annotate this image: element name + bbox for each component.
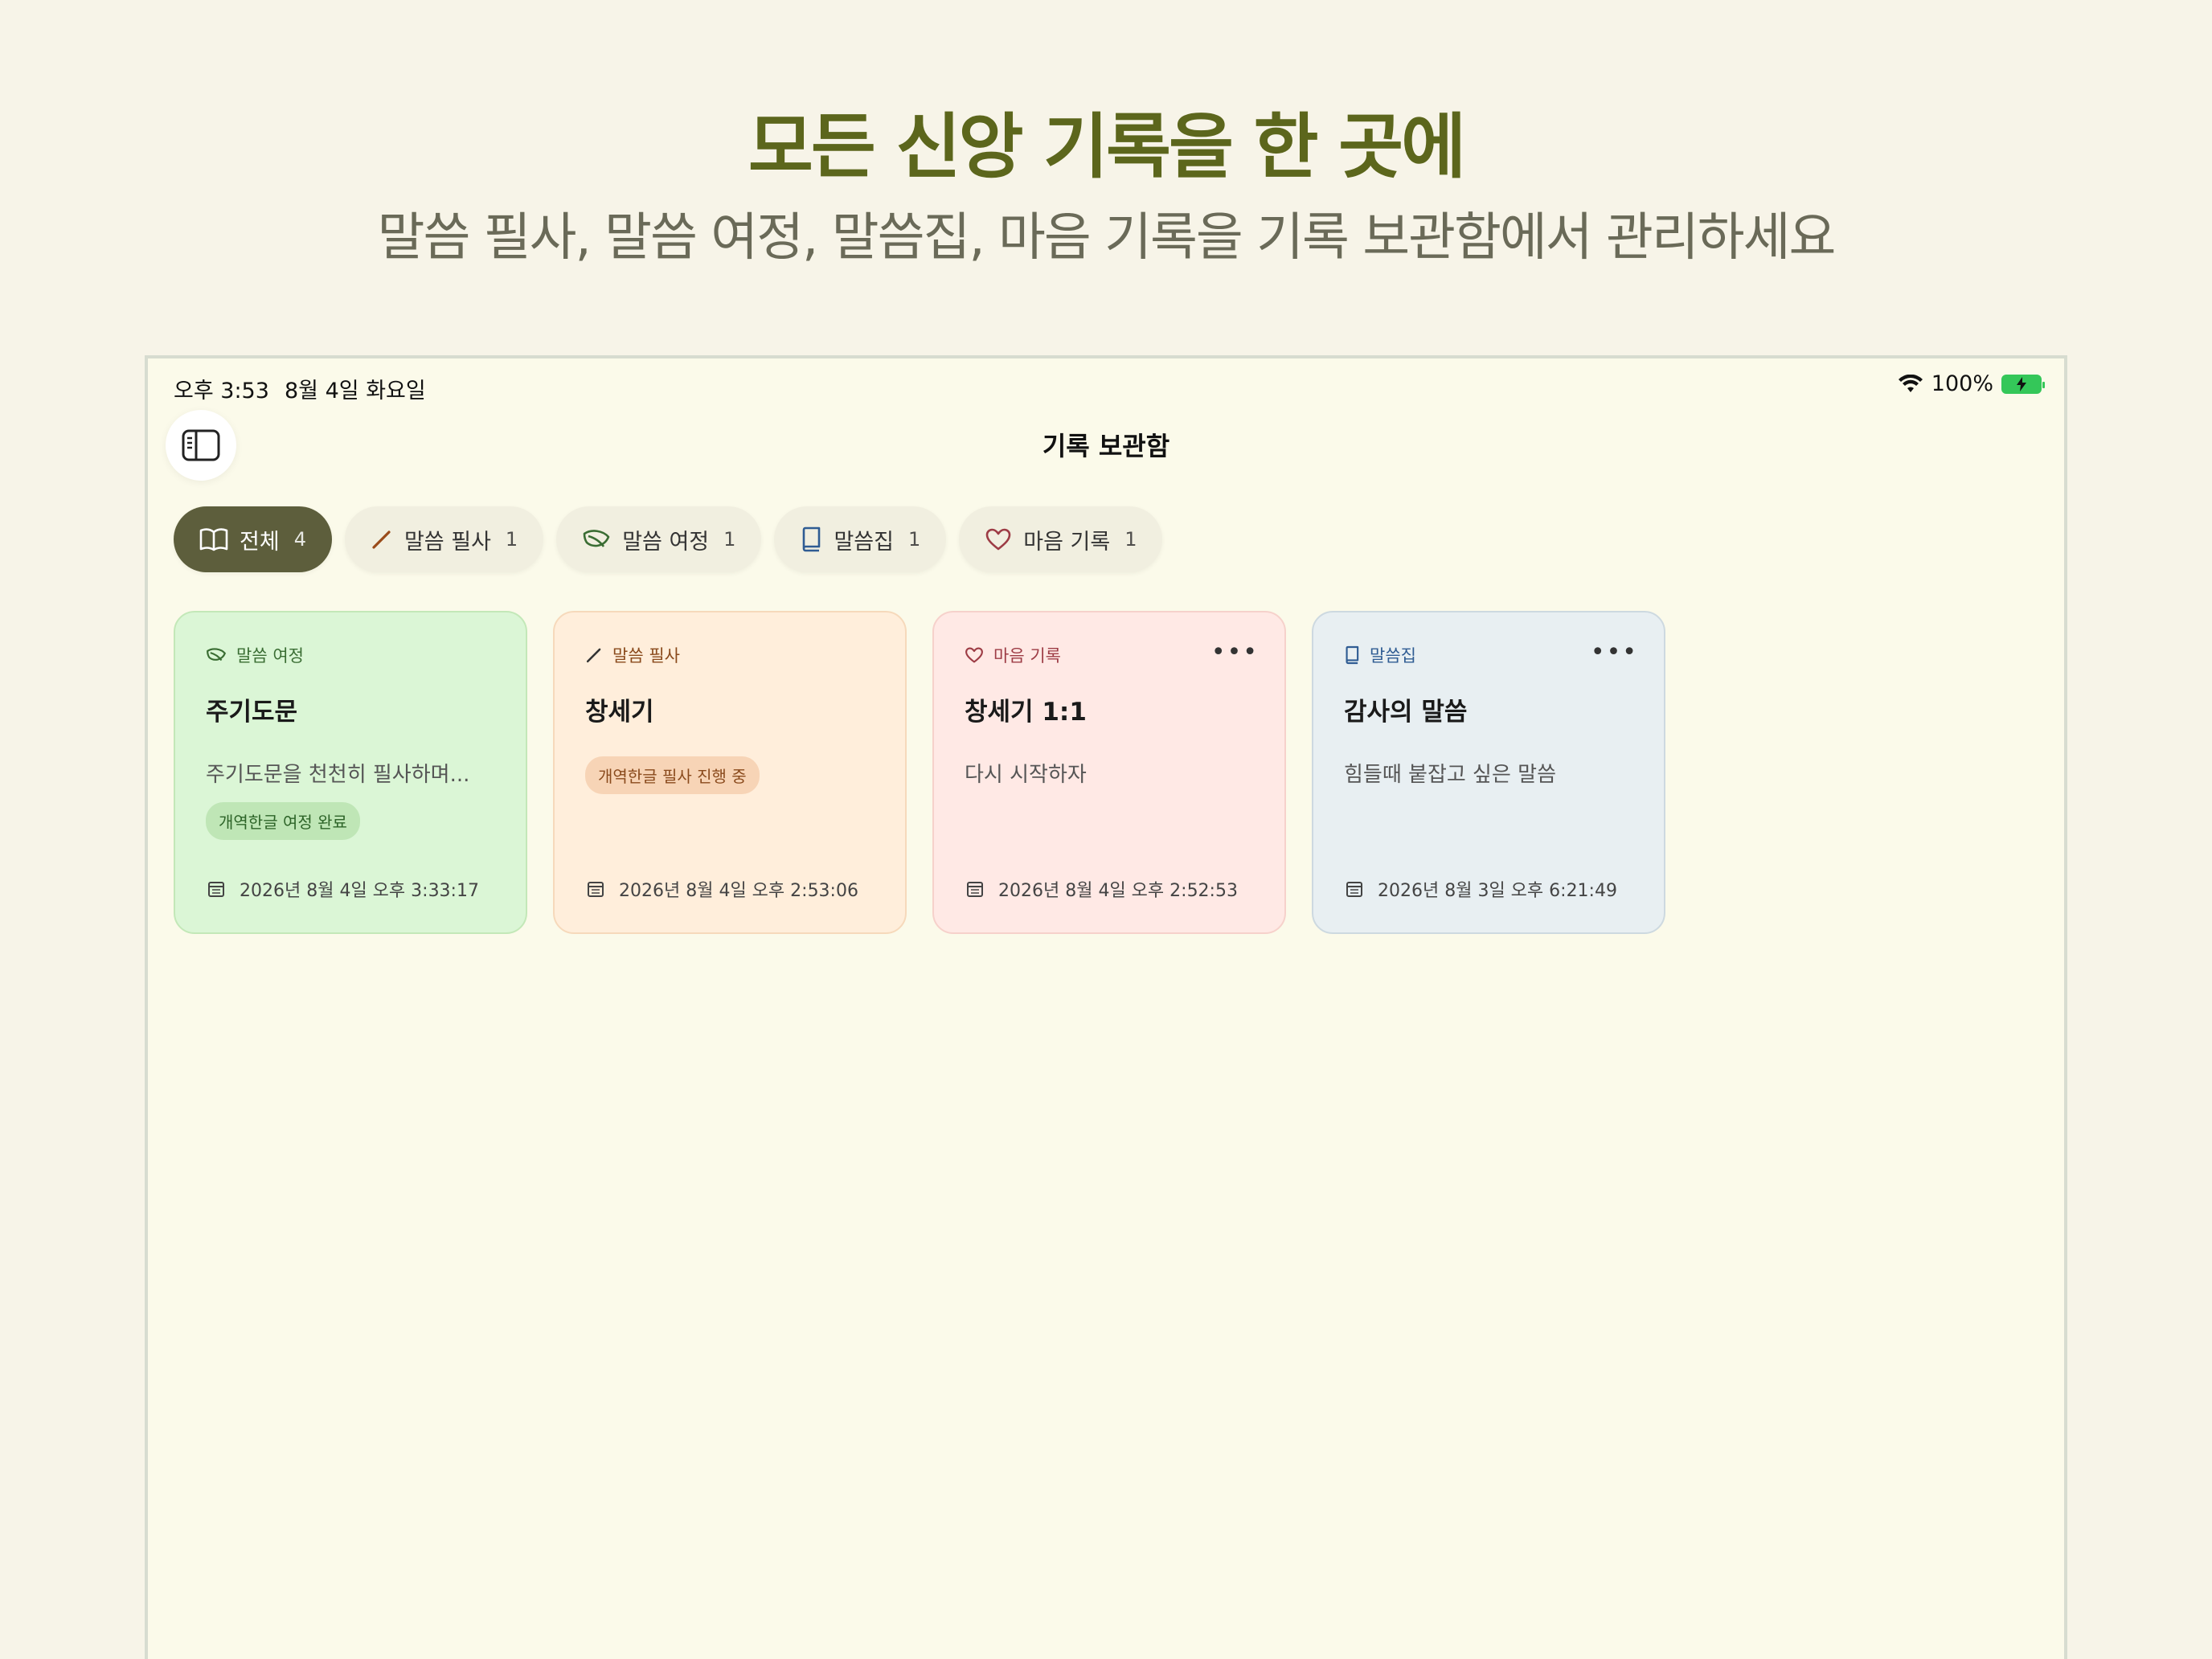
card-date-text: 2026년 8월 4일 오후 2:52:53 <box>998 881 1238 901</box>
status-time: 오후 3:53 <box>174 379 269 403</box>
heart-icon <box>965 647 983 663</box>
more-options-icon[interactable]: ••• <box>1211 638 1259 666</box>
battery-icon <box>2001 374 2045 394</box>
card-title: 주기도문 <box>206 698 298 727</box>
status-right: 100% <box>1898 371 2045 396</box>
filter-chip-count: 4 <box>293 528 306 551</box>
ipad-screen: 오후 3:53 8월 4일 화요일 100% 기록 보관함 전체 4 말씀 필사… <box>145 355 2067 1659</box>
pencil-icon <box>586 648 601 663</box>
card-date: 2026년 8월 4일 오후 2:53:06 <box>587 876 858 902</box>
record-card[interactable]: 말씀 필사 창세기 개역한글 필사 진행 중 2026년 8월 4일 오후 2:… <box>553 611 907 934</box>
filter-chip-label: 말씀 여정 <box>622 529 710 555</box>
page-title: 기록 보관함 <box>1042 431 1170 461</box>
leaf-icon <box>583 530 610 547</box>
book-open-icon <box>199 528 228 551</box>
filter-chip-collection[interactable]: 말씀집 1 <box>774 506 947 572</box>
record-card[interactable]: 마음 기록 ••• 창세기 1:1 다시 시작하자 2026년 8월 4일 오후… <box>932 611 1286 934</box>
status-badge: 개역한글 필사 진행 중 <box>585 756 760 794</box>
record-card[interactable]: 말씀집 ••• 감사의 말씀 힘들때 붙잡고 싶은 말씀 2026년 8월 3일… <box>1312 611 1665 934</box>
card-description: 힘들때 붙잡고 싶은 말씀 <box>1344 763 1556 787</box>
status-bar: 오후 3:53 8월 4일 화요일 100% <box>148 358 2064 407</box>
calendar-icon <box>588 882 604 897</box>
status-badge: 개역한글 여정 완료 <box>206 802 360 840</box>
book-icon <box>1346 645 1359 665</box>
wifi-icon <box>1898 374 1923 392</box>
filter-chip-label: 말씀집 <box>834 529 894 555</box>
filter-chip-heart-record[interactable]: 마음 기록 1 <box>959 506 1163 572</box>
card-category-label: 말씀 필사 <box>612 646 680 666</box>
card-date: 2026년 8월 3일 오후 6:21:49 <box>1346 876 1617 902</box>
hero-title: 모든 신앙 기록을 한 곳에 <box>748 105 1466 188</box>
heart-icon <box>985 528 1011 551</box>
leaf-icon <box>207 648 226 662</box>
card-category-label: 말씀 여정 <box>236 646 304 666</box>
filter-chips: 전체 4 말씀 필사 1 말씀 여정 1 말씀집 1 마음 기록 1 <box>174 506 1163 572</box>
filter-chip-label: 말씀 필사 <box>403 529 491 555</box>
filter-chip-label: 마음 기록 <box>1023 529 1111 555</box>
more-options-icon[interactable]: ••• <box>1591 638 1638 666</box>
battery-percent: 100% <box>1931 371 1993 396</box>
calendar-icon <box>208 882 224 897</box>
filter-chip-all[interactable]: 전체 4 <box>174 506 332 572</box>
record-grid: 말씀 여정 주기도문 주기도문을 천천히 필사하며... 개역한글 여정 완료 … <box>174 611 1665 934</box>
filter-chip-count: 1 <box>505 528 518 551</box>
filter-chip-journey[interactable]: 말씀 여정 1 <box>556 506 762 572</box>
book-icon <box>803 526 821 552</box>
hero-subtitle: 말씀 필사, 말씀 여정, 말씀집, 마음 기록을 기록 보관함에서 관리하세요 <box>377 208 1837 268</box>
card-date-text: 2026년 8월 3일 오후 6:21:49 <box>1378 881 1617 901</box>
card-date-text: 2026년 8월 4일 오후 3:33:17 <box>240 881 479 901</box>
card-description: 주기도문을 천천히 필사하며... <box>206 763 470 787</box>
card-category: 말씀 여정 <box>206 643 495 667</box>
record-card[interactable]: 말씀 여정 주기도문 주기도문을 천천히 필사하며... 개역한글 여정 완료 … <box>174 611 527 934</box>
card-title: 감사의 말씀 <box>1344 698 1468 727</box>
filter-chip-count: 1 <box>907 528 921 551</box>
calendar-icon <box>967 882 983 897</box>
card-category-label: 말씀집 <box>1370 646 1416 666</box>
card-date-text: 2026년 8월 4일 오후 2:53:06 <box>619 881 858 901</box>
card-category-label: 마음 기록 <box>993 646 1061 666</box>
card-description: 다시 시작하자 <box>965 763 1087 787</box>
filter-chip-transcription[interactable]: 말씀 필사 1 <box>344 506 544 572</box>
card-category: 말씀 필사 <box>585 643 875 667</box>
card-date: 2026년 8월 4일 오후 2:52:53 <box>966 876 1238 902</box>
filter-chip-count: 1 <box>1124 528 1137 551</box>
filter-chip-label: 전체 <box>240 529 280 555</box>
card-title: 창세기 <box>585 698 654 727</box>
card-date: 2026년 8월 4일 오후 3:33:17 <box>207 876 479 902</box>
card-title: 창세기 1:1 <box>965 698 1087 727</box>
pencil-icon <box>372 530 391 549</box>
status-date: 8월 4일 화요일 <box>285 379 426 403</box>
filter-chip-count: 1 <box>723 528 736 551</box>
calendar-icon <box>1346 882 1362 897</box>
